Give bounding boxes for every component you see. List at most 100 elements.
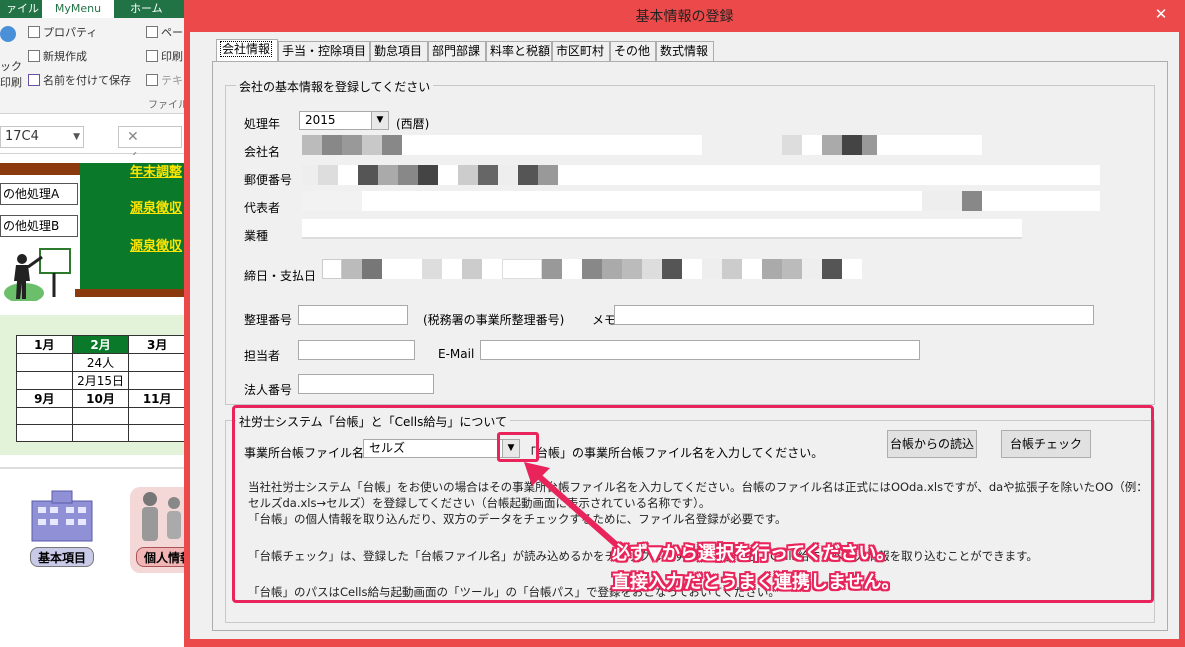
year-label: 処理年 (244, 117, 281, 131)
cal-cell (16, 424, 73, 442)
memo-input[interactable] (614, 305, 1094, 325)
cal-cell (128, 371, 186, 390)
ribbon-tab-home[interactable]: ホーム (124, 0, 169, 18)
check-label: ック (0, 60, 22, 73)
ref-number-input[interactable] (298, 305, 408, 325)
ref-number-note: (税務署の事業所整理番号) (423, 313, 565, 327)
callout-line-2: 直接入力だとうまく連携しません。 (612, 572, 900, 593)
cal-month: 1月 (16, 335, 73, 354)
page-button[interactable]: ペー (146, 24, 183, 40)
company-info-legend: 会社の基本情報を登録してください (236, 78, 434, 95)
green-board: 年末調整 源泉徴収 源泉徴収 (80, 163, 186, 291)
group-file-label: ファイル (148, 100, 188, 111)
other-process-a-button[interactable]: の他処理A (0, 183, 78, 205)
cal-cell (128, 353, 186, 372)
cal-cell (128, 424, 186, 442)
cal-cell (71, 407, 130, 425)
closing-pay-day-field[interactable] (322, 259, 932, 279)
memo-label: メモ (592, 313, 617, 327)
close-button[interactable]: ✕ (1147, 4, 1175, 24)
cal-month: 11月 (128, 389, 186, 408)
representative-label: 代表者 (244, 201, 281, 215)
closing-pay-day-label: 締日・支払日 (244, 269, 317, 283)
industry-field[interactable] (302, 219, 1022, 239)
email-input[interactable] (480, 340, 920, 360)
new-button[interactable]: 新規作成 (28, 48, 87, 64)
tab-municipalities[interactable]: 市区町村 (552, 41, 610, 61)
zip-label: 郵便番号 (244, 173, 293, 187)
representative-field[interactable] (302, 191, 1100, 211)
cal-cell (16, 371, 73, 390)
basic-items-label: 基本項目 (30, 547, 94, 567)
corporate-number-label: 法人番号 (244, 383, 293, 397)
people-icon (142, 492, 181, 541)
brown-bar-top (0, 163, 80, 175)
zip-field[interactable] (302, 165, 1100, 185)
link-year-end[interactable]: 年末調整 (130, 161, 182, 180)
company-name-field[interactable] (302, 135, 702, 155)
cal-month: 2月 (71, 335, 130, 354)
worksheet-area: 年末調整 源泉徴収 源泉徴収 の他処理A の他処理B 1月 2月 3月 24人 … (0, 155, 206, 647)
text-icon (146, 74, 158, 86)
text-button[interactable]: テキ (146, 72, 183, 88)
brown-bar-bottom (75, 289, 186, 297)
building-icon (31, 490, 93, 542)
tab-departments[interactable]: 部門部課 (428, 41, 486, 61)
basic-items-button[interactable]: 基本項目 (24, 487, 100, 573)
chevron-down-icon: ▼ (73, 132, 80, 142)
person-in-charge-label: 担当者 (244, 349, 281, 363)
other-process-b-button[interactable]: の他処理B (0, 215, 78, 237)
cal-cell (16, 353, 73, 372)
company-name-label: 会社名 (244, 145, 281, 159)
corporate-number-input[interactable] (298, 374, 434, 394)
name-box[interactable]: 17C4 ▼ (0, 126, 84, 148)
property-icon (28, 26, 40, 38)
cal-cell (128, 407, 186, 425)
tab-rates-tax[interactable]: 料率と税額 (486, 41, 552, 61)
tab-company-info[interactable]: 会社情報 (216, 39, 278, 62)
check-icon (0, 26, 16, 42)
company-info-group: 会社の基本情報を登録してください 処理年 2015 ▼ (西暦) 会社名 郵便番… (225, 78, 1155, 405)
formula-cancel-confirm[interactable]: ✕ ✓ (118, 126, 182, 165)
callout-line-1: 必ず▼から選択を行ってください。 (612, 543, 895, 564)
cal-month: 9月 (16, 389, 73, 408)
save-icon (28, 74, 40, 86)
cal-cell: 24人 (71, 353, 130, 372)
dialog-title: 基本情報の登録 (635, 9, 734, 25)
ribbon-tab-file[interactable]: ァイル (0, 0, 45, 18)
new-file-icon (28, 50, 40, 62)
cal-cell (16, 407, 73, 425)
tab-attendance[interactable]: 勤怠項目 (370, 41, 428, 61)
close-icon: ✕ (1154, 5, 1168, 23)
email-label: E-Mail (438, 347, 475, 361)
cal-cell (71, 424, 130, 442)
bottom-icon-row: 基本項目 個人情報 (0, 467, 206, 582)
year-suffix: (西暦) (396, 117, 430, 131)
tab-allowance-deduction[interactable]: 手当・控除項目 (278, 41, 370, 61)
link-withholding-2[interactable]: 源泉徴収 (130, 235, 182, 254)
cal-month: 3月 (128, 335, 186, 354)
person-in-charge-input[interactable] (298, 340, 415, 360)
calendar-area: 1月 2月 3月 24人 2月15日 9月 10月 11月 (0, 315, 186, 455)
chevron-down-icon[interactable]: ▼ (371, 112, 388, 129)
property-button[interactable]: プロパティ (28, 24, 97, 40)
print-icon (146, 50, 158, 62)
ribbon-tab-mymenu[interactable]: MyMenu (42, 0, 114, 18)
calendar-table: 1月 2月 3月 24人 2月15日 9月 10月 11月 (16, 335, 186, 442)
check-button[interactable] (0, 26, 16, 45)
company-name-field-2[interactable] (782, 135, 982, 155)
cal-month: 10月 (71, 389, 130, 408)
cal-cell: 2月15日 (71, 371, 130, 390)
tab-formula-info[interactable]: 数式情報 (656, 41, 714, 61)
tab-other[interactable]: その他 (610, 41, 656, 61)
menu-panel: 年末調整 源泉徴収 源泉徴収 の他処理A の他処理B (0, 163, 186, 301)
print-left-label: 印刷 (0, 76, 22, 89)
ref-number-label: 整理番号 (244, 313, 293, 327)
save-as-button[interactable]: 名前を付けて保存 (28, 72, 131, 88)
presenter-icon (4, 248, 71, 301)
year-select[interactable]: 2015 ▼ (299, 111, 389, 130)
link-withholding-1[interactable]: 源泉徴収 (130, 197, 182, 216)
print-button[interactable]: 印刷 (146, 48, 183, 64)
page-icon (146, 26, 158, 38)
industry-label: 業種 (244, 229, 269, 243)
